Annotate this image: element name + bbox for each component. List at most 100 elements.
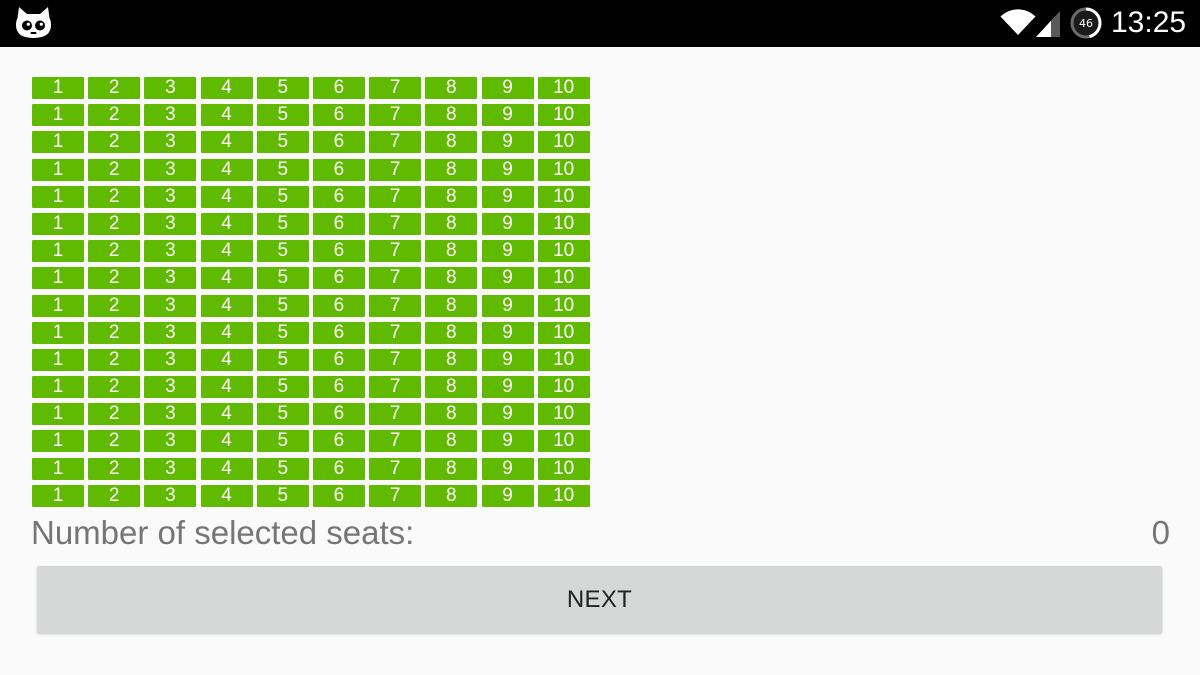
seat-button[interactable]: 1 <box>32 430 84 453</box>
seat-button[interactable]: 8 <box>425 403 478 426</box>
seat-button[interactable]: 7 <box>369 457 422 480</box>
seat-button[interactable]: 6 <box>312 430 365 453</box>
seat-button[interactable]: 7 <box>369 267 422 290</box>
seat-button[interactable]: 1 <box>32 185 84 208</box>
seat-button[interactable]: 2 <box>88 158 141 181</box>
seat-button[interactable]: 3 <box>144 185 197 208</box>
seat-button[interactable]: 2 <box>88 185 141 208</box>
seat-button[interactable]: 9 <box>481 376 534 399</box>
seat-button[interactable]: 10 <box>537 158 590 181</box>
seat-button[interactable]: 2 <box>88 131 141 154</box>
seat-button[interactable]: 9 <box>481 267 534 290</box>
seat-button[interactable]: 8 <box>425 321 478 344</box>
seat-button[interactable]: 2 <box>88 212 141 235</box>
seat-button[interactable]: 2 <box>88 294 141 317</box>
seat-button[interactable]: 8 <box>425 457 478 480</box>
seat-button[interactable]: 7 <box>369 430 422 453</box>
seat-button[interactable]: 3 <box>144 131 197 154</box>
seat-button[interactable]: 7 <box>369 376 422 399</box>
seat-button[interactable]: 7 <box>369 240 422 263</box>
seat-button[interactable]: 6 <box>312 376 365 399</box>
seat-button[interactable]: 9 <box>481 185 534 208</box>
seat-button[interactable]: 5 <box>256 376 309 399</box>
seat-button[interactable]: 10 <box>537 185 590 208</box>
seat-button[interactable]: 5 <box>256 158 309 181</box>
seat-button[interactable]: 7 <box>369 212 422 235</box>
seat-button[interactable]: 6 <box>312 158 365 181</box>
seat-button[interactable]: 8 <box>425 77 478 99</box>
seat-button[interactable]: 9 <box>481 294 534 317</box>
seat-button[interactable]: 9 <box>481 348 534 371</box>
seat-button[interactable]: 7 <box>369 484 422 507</box>
seat-button[interactable]: 6 <box>312 267 365 290</box>
seat-button[interactable]: 8 <box>425 267 478 290</box>
seat-button[interactable]: 5 <box>256 131 309 154</box>
seat-button[interactable]: 5 <box>256 294 309 317</box>
seat-button[interactable]: 8 <box>425 104 478 127</box>
seat-button[interactable]: 1 <box>32 158 84 181</box>
seat-button[interactable]: 3 <box>144 240 197 263</box>
seat-button[interactable]: 9 <box>481 240 534 263</box>
seat-button[interactable]: 5 <box>256 430 309 453</box>
seat-button[interactable]: 7 <box>369 158 422 181</box>
seat-button[interactable]: 4 <box>200 321 253 344</box>
seat-button[interactable]: 1 <box>32 376 84 399</box>
seat-button[interactable]: 10 <box>537 131 590 154</box>
seat-button[interactable]: 6 <box>312 185 365 208</box>
seat-button[interactable]: 6 <box>312 348 365 371</box>
seat-button[interactable]: 1 <box>32 321 84 344</box>
seat-button[interactable]: 7 <box>369 77 422 99</box>
seat-button[interactable]: 10 <box>537 77 590 99</box>
seat-button[interactable]: 7 <box>369 348 422 371</box>
seat-button[interactable]: 4 <box>200 457 253 480</box>
seat-button[interactable]: 10 <box>537 240 590 263</box>
seat-button[interactable]: 9 <box>481 403 534 426</box>
seat-button[interactable]: 2 <box>88 403 141 426</box>
seat-button[interactable]: 2 <box>88 376 141 399</box>
seat-button[interactable]: 4 <box>200 403 253 426</box>
seat-button[interactable]: 3 <box>144 212 197 235</box>
seat-button[interactable]: 1 <box>32 403 84 426</box>
seat-button[interactable]: 3 <box>144 104 197 127</box>
seat-button[interactable]: 3 <box>144 267 197 290</box>
seat-button[interactable]: 6 <box>312 77 365 99</box>
seat-button[interactable]: 1 <box>32 131 84 154</box>
seat-button[interactable]: 4 <box>200 240 253 263</box>
seat-button[interactable]: 5 <box>256 484 309 507</box>
seat-button[interactable]: 3 <box>144 403 197 426</box>
seat-button[interactable]: 4 <box>200 104 253 127</box>
seat-button[interactable]: 4 <box>200 267 253 290</box>
seat-button[interactable]: 5 <box>256 348 309 371</box>
seat-button[interactable]: 8 <box>425 294 478 317</box>
seat-button[interactable]: 3 <box>144 430 197 453</box>
seat-button[interactable]: 8 <box>425 484 478 507</box>
seat-button[interactable]: 8 <box>425 376 478 399</box>
seat-button[interactable]: 1 <box>32 294 84 317</box>
seat-button[interactable]: 9 <box>481 321 534 344</box>
seat-button[interactable]: 7 <box>369 403 422 426</box>
seat-button[interactable]: 4 <box>200 294 253 317</box>
seat-button[interactable]: 9 <box>481 104 534 127</box>
seat-button[interactable]: 5 <box>256 104 309 127</box>
seat-button[interactable]: 6 <box>312 457 365 480</box>
seat-button[interactable]: 10 <box>537 321 590 344</box>
seat-button[interactable]: 7 <box>369 131 422 154</box>
seat-button[interactable]: 5 <box>256 457 309 480</box>
seat-button[interactable]: 2 <box>88 240 141 263</box>
seat-button[interactable]: 1 <box>32 240 84 263</box>
seat-button[interactable]: 5 <box>256 267 309 290</box>
next-button[interactable]: NEXT <box>37 566 1162 633</box>
seat-button[interactable]: 10 <box>537 267 590 290</box>
seat-button[interactable]: 4 <box>200 484 253 507</box>
seat-button[interactable]: 1 <box>32 212 84 235</box>
seat-button[interactable]: 3 <box>144 376 197 399</box>
seat-button[interactable]: 8 <box>425 185 478 208</box>
seat-button[interactable]: 1 <box>32 484 84 507</box>
seat-button[interactable]: 6 <box>312 104 365 127</box>
seat-button[interactable]: 8 <box>425 212 478 235</box>
seat-button[interactable]: 3 <box>144 457 197 480</box>
seat-button[interactable]: 8 <box>425 240 478 263</box>
seat-button[interactable]: 1 <box>32 267 84 290</box>
seat-button[interactable]: 3 <box>144 348 197 371</box>
seat-button[interactable]: 2 <box>88 77 141 99</box>
